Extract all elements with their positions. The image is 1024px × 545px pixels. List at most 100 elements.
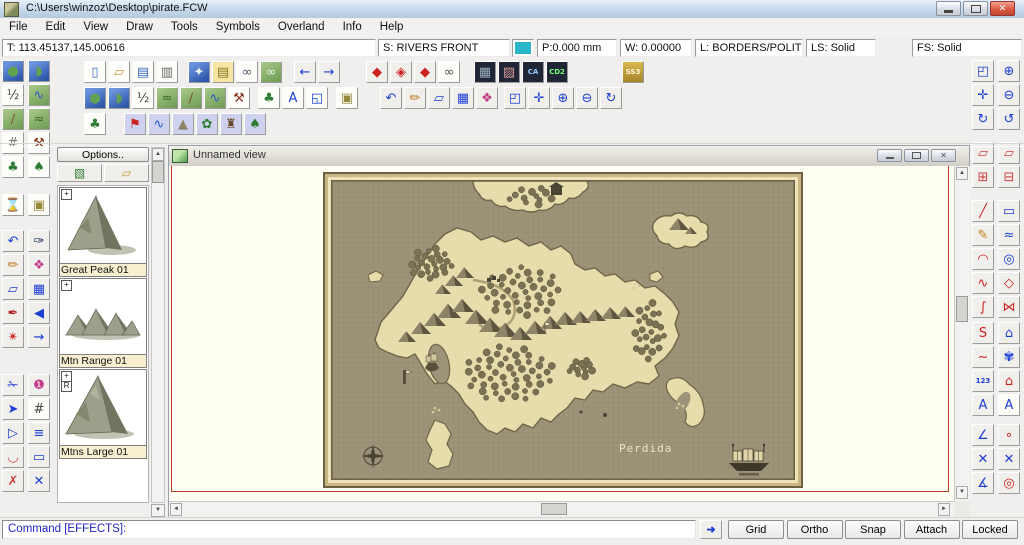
- overview-map-button[interactable]: ▦: [474, 61, 496, 83]
- trim-tool-button[interactable]: ◡: [2, 446, 24, 468]
- map-scale-tool-button[interactable]: ½: [2, 84, 24, 106]
- open-catalog-button[interactable]: ▱: [104, 164, 149, 182]
- new-drawing-button[interactable]: ▯: [84, 61, 106, 83]
- scroll-down-icon[interactable]: ▼: [956, 486, 968, 499]
- zoom-out-button[interactable]: ⊖: [576, 87, 598, 109]
- print-button[interactable]: ▥: [156, 61, 178, 83]
- draw-landmass-button[interactable]: ●: [84, 87, 106, 109]
- draw-spline-button[interactable]: ∫: [972, 296, 994, 318]
- trim-cross-tool-button[interactable]: ✗: [2, 470, 24, 492]
- snap-toggle-button[interactable]: Snap: [845, 520, 901, 539]
- source-maps-ss3-button[interactable]: SS3: [622, 61, 644, 83]
- redline-prev-button[interactable]: ◈: [390, 61, 412, 83]
- ink-tool-button[interactable]: ✒: [2, 302, 24, 324]
- status-pen[interactable]: P:0.000 mm: [537, 39, 617, 57]
- menu-edit[interactable]: Edit: [37, 18, 75, 37]
- symbol-place-tool-button[interactable]: ♣: [2, 156, 24, 178]
- landmass-tool-button[interactable]: ●: [2, 60, 24, 82]
- map-notes-button[interactable]: ▤: [212, 61, 234, 83]
- center-snap-button[interactable]: ◎: [998, 472, 1020, 494]
- attach-toggle-button[interactable]: Attach: [903, 520, 960, 539]
- zoom-in-side-button[interactable]: ⊕: [998, 60, 1020, 82]
- link-view-button[interactable]: ∞: [236, 61, 258, 83]
- catalog-borders-button[interactable]: ⚑: [124, 113, 146, 135]
- view-close-button[interactable]: ✕: [931, 149, 956, 162]
- node-edit-tools-button[interactable]: ◱: [306, 87, 328, 109]
- expand-plus-icon[interactable]: +: [61, 280, 72, 291]
- catalog-structures-button[interactable]: ♜: [220, 113, 242, 135]
- fill-polygon-button[interactable]: ⌂: [998, 322, 1020, 344]
- redraw-button[interactable]: ↻: [600, 87, 622, 109]
- line-styles-tool-button[interactable]: ≡: [28, 422, 50, 444]
- city-map-button[interactable]: ▨: [498, 61, 520, 83]
- draw-circle-button[interactable]: ◎: [998, 248, 1020, 270]
- marker-tool-button[interactable]: ✴: [2, 326, 24, 348]
- options-button[interactable]: Options..: [57, 147, 149, 162]
- go-forward-button[interactable]: →: [318, 61, 340, 83]
- zoom-wait-tool-button[interactable]: ⌛: [2, 194, 24, 216]
- menu-info[interactable]: Info: [334, 18, 371, 37]
- palette-tool-button[interactable]: ❖: [28, 254, 50, 276]
- redline-hide-button[interactable]: ◆: [366, 61, 388, 83]
- draw-river-button[interactable]: ∿: [204, 87, 226, 109]
- locked-toggle-button[interactable]: Locked: [962, 520, 1018, 539]
- color-palette-button[interactable]: ❖: [476, 87, 498, 109]
- scroll-thumb[interactable]: [152, 161, 164, 183]
- symbol-thumb-great-peak-01[interactable]: + Great Peak 01: [59, 187, 147, 277]
- river-tool-button[interactable]: ∿: [28, 84, 50, 106]
- zoom-previous-button[interactable]: ↺: [998, 108, 1020, 130]
- command-pause-button[interactable]: ➜: [700, 520, 722, 539]
- erase-button[interactable]: ✏: [404, 87, 426, 109]
- catalog-trees-button[interactable]: ♠: [244, 113, 266, 135]
- sheets-effects-button[interactable]: ▣: [336, 87, 358, 109]
- numeric-label-button[interactable]: 123: [972, 370, 994, 392]
- snap-endpoint-button[interactable]: ∠: [972, 424, 994, 446]
- fill-freehand-button[interactable]: ≈: [998, 224, 1020, 246]
- minimize-button[interactable]: [936, 1, 961, 16]
- view-minimize-button[interactable]: [877, 149, 902, 162]
- draw-zigzag-button[interactable]: ∿: [972, 272, 994, 294]
- symbol-manager-button[interactable]: ♣: [258, 87, 280, 109]
- symbol-panel-scrollbar[interactable]: ▲: [151, 147, 165, 503]
- zoom-extents-side-button[interactable]: ✛: [972, 84, 994, 106]
- horizontal-scroll-thumb[interactable]: [541, 503, 567, 515]
- draw-arc-button[interactable]: ◠: [972, 248, 994, 270]
- symbol-panel-dropdown[interactable]: ▼: [151, 504, 165, 517]
- menu-file[interactable]: File: [0, 18, 37, 37]
- redline-next-button[interactable]: ◆: [414, 61, 436, 83]
- snap-angle-button[interactable]: ∡: [972, 472, 994, 494]
- zoom-window-button[interactable]: ◰: [504, 87, 526, 109]
- catalog-contours-button[interactable]: ∿: [148, 113, 170, 135]
- insert-map-button[interactable]: ✦: [188, 61, 210, 83]
- break-tool-button[interactable]: ✁: [2, 374, 24, 396]
- draw-polygon-button[interactable]: ◇: [998, 272, 1020, 294]
- menu-help[interactable]: Help: [371, 18, 413, 37]
- path-tool-button[interactable]: ∕: [2, 108, 24, 130]
- color-one-tool-button[interactable]: ❶: [28, 374, 50, 396]
- undo-tool-button[interactable]: ↶: [2, 230, 24, 252]
- zoom-out-side-button[interactable]: ⊖: [998, 84, 1020, 106]
- menu-overland[interactable]: Overland: [269, 18, 334, 37]
- menu-draw[interactable]: Draw: [117, 18, 162, 37]
- draw-smooth-poly-button[interactable]: S: [972, 322, 994, 344]
- copy-tool-button[interactable]: ▱: [2, 278, 24, 300]
- trace-tool-button[interactable]: ◀: [28, 302, 50, 324]
- menu-view[interactable]: View: [74, 18, 117, 37]
- redraw-side-button[interactable]: ↻: [972, 108, 994, 130]
- tree-tool-button[interactable]: ♠: [28, 156, 50, 178]
- status-current-color[interactable]: [512, 39, 534, 57]
- copy-button[interactable]: ▱: [428, 87, 450, 109]
- insert-text-button[interactable]: A: [282, 87, 304, 109]
- status-fill-style[interactable]: FS: Solid: [912, 39, 1022, 57]
- view-vertical-scrollbar[interactable]: ▲ ▼: [954, 166, 970, 501]
- catalog-mountains-button[interactable]: ▲: [172, 113, 194, 135]
- group-tool-button[interactable]: ▦: [28, 278, 50, 300]
- draw-line-button[interactable]: ╱: [972, 200, 994, 222]
- link-map-button[interactable]: ∞: [260, 61, 282, 83]
- restore-button[interactable]: [963, 1, 988, 16]
- catalog-vegetation-button[interactable]: ✿: [196, 113, 218, 135]
- menu-tools[interactable]: Tools: [162, 18, 207, 37]
- vertical-scroll-thumb[interactable]: [956, 296, 968, 322]
- drawing-tools-button[interactable]: ⚒: [228, 87, 250, 109]
- cross-tool-button[interactable]: ✕: [28, 470, 50, 492]
